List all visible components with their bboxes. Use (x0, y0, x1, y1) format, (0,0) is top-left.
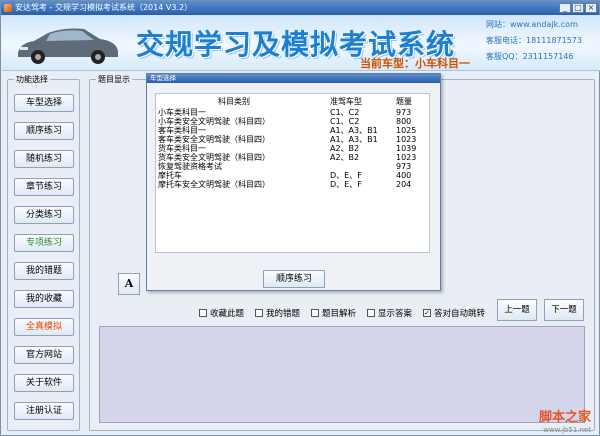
close-button[interactable]: × (585, 3, 597, 13)
table-row[interactable]: 摩托车安全文明驾驶（科目四） D、E、F 204 (156, 181, 429, 189)
row-count: 1023 (396, 153, 417, 162)
table-row[interactable]: 客车类安全文明驾驶（科目四） A1、A3、B1 1023 (156, 136, 429, 144)
row-category: 货车类科目一 (158, 144, 206, 153)
row-count: 400 (396, 171, 412, 180)
table-row[interactable]: 小车类科目一 C1、C2 973 (156, 109, 429, 117)
website-link[interactable]: 网站：www.andajk.com (486, 19, 578, 30)
show-answer-checkbox[interactable]: 显示答案 (367, 307, 412, 319)
special-practice-button[interactable]: 专项练习 (14, 234, 74, 252)
table-row[interactable]: 客车类科目一 A1、A3、B1 1025 (156, 127, 429, 135)
checkbox-box[interactable] (255, 309, 263, 317)
sequential-practice-button[interactable]: 顺序练习 (14, 122, 74, 140)
car-image (18, 28, 118, 64)
about-button[interactable]: 关于软件 (14, 374, 74, 392)
checkbox-label: 显示答案 (378, 309, 413, 319)
row-category: 恢复驾驶资格考试 (158, 162, 222, 171)
row-count: 1039 (396, 144, 417, 153)
row-count: 204 (396, 180, 412, 189)
prev-question-button[interactable]: 上一题 (497, 299, 537, 321)
title-bar: 安达驾考 - 交规学习模拟考试系统（2014 V3.2） _ □ × (1, 1, 599, 15)
favorite-checkbox[interactable]: 收藏此题 (199, 307, 244, 319)
row-license: C1、C2 (330, 108, 360, 117)
table-row[interactable]: 货车类安全文明驾驶（科目四） A2、B2 1023 (156, 154, 429, 162)
minimize-button[interactable]: _ (559, 3, 571, 13)
my-favorites-button[interactable]: 我的收藏 (14, 290, 74, 308)
row-category: 客车类科目一 (158, 126, 206, 135)
checkbox-label: 收藏此题 (210, 309, 245, 319)
row-category: 摩托车 (158, 171, 182, 180)
maximize-button[interactable]: □ (572, 3, 584, 13)
next-question-button[interactable]: 下一题 (544, 299, 584, 321)
table-row[interactable]: 小车类安全文明驾驶（科目四） C1、C2 800 (156, 118, 429, 126)
mock-exam-button[interactable]: 全真模拟 (14, 318, 74, 336)
row-license: D、E、F (330, 171, 362, 180)
checkbox-label: 我的错题 (266, 309, 301, 319)
auto-jump-checkbox[interactable]: ✓ 答对自动跳转 (423, 307, 485, 319)
watermark-logo: 脚本之家 (538, 410, 591, 425)
my-mistakes-button[interactable]: 我的错题 (14, 262, 74, 280)
row-license: A1、A3、B1 (330, 135, 378, 144)
row-category: 客车类安全文明驾驶（科目四） (158, 135, 270, 144)
row-license: D、E、F (330, 180, 362, 189)
row-category: 摩托车安全文明驾驶（科目四） (158, 180, 270, 189)
chapter-practice-button[interactable]: 章节练习 (14, 178, 74, 196)
row-license: A1、A3、B1 (330, 126, 378, 135)
answer-area (99, 326, 585, 423)
current-car-type: 当前车型：小车科目一 (360, 57, 470, 70)
checkbox-box[interactable] (367, 309, 375, 317)
app-window: 安达驾考 - 交规学习模拟考试系统（2014 V3.2） _ □ × 交规学习及… (0, 0, 600, 436)
app-icon (4, 4, 12, 12)
row-category: 小车类安全文明驾驶（科目四） (158, 117, 270, 126)
checkbox-box[interactable] (199, 309, 207, 317)
car-type-dialog: 车型选择 科目类别 准驾车型 题量 小车类科目一 C1、C2 973 小车类安全… (146, 73, 441, 291)
row-count: 800 (396, 117, 412, 126)
table-row[interactable]: 货车类科目一 A2、B2 1039 (156, 145, 429, 153)
explanation-checkbox[interactable]: 题目解析 (311, 307, 356, 319)
sequential-practice-dialog-button[interactable]: 顺序练习 (263, 270, 325, 288)
checkbox-box-checked[interactable]: ✓ (423, 309, 431, 317)
column-header: 题量 (396, 97, 412, 106)
font-size-button[interactable]: A (118, 273, 140, 295)
checkbox-box[interactable] (311, 309, 319, 317)
checkbox-label: 题目解析 (322, 309, 357, 319)
function-legend: 功能选择 (14, 74, 50, 85)
category-practice-button[interactable]: 分类练习 (14, 206, 74, 224)
checkbox-label: 答对自动跳转 (434, 309, 486, 319)
row-license: A2、B2 (330, 144, 360, 153)
watermark-url: www.jb51.net (543, 426, 591, 434)
table-row[interactable]: 摩托车 D、E、F 400 (156, 172, 429, 180)
row-license: C1、C2 (330, 117, 360, 126)
column-header: 准驾车型 (330, 97, 362, 106)
window-title: 安达驾考 - 交规学习模拟考试系统（2014 V3.2） (15, 3, 193, 12)
random-practice-button[interactable]: 随机练习 (14, 150, 74, 168)
row-count: 973 (396, 162, 412, 171)
official-site-button[interactable]: 官方网站 (14, 346, 74, 364)
dialog-title: 车型选择 (147, 74, 440, 83)
service-phone: 客服电话：18111871573 (486, 36, 582, 45)
header-banner: 交规学习及模拟考试系统 当前车型：小车科目一 网站：www.andajk.com… (2, 15, 600, 71)
row-count: 1025 (396, 126, 417, 135)
row-category: 小车类科目一 (158, 108, 206, 117)
service-qq: 客服QQ：2311157146 (486, 52, 574, 61)
row-category: 货车类安全文明驾驶（科目四） (158, 153, 270, 162)
register-button[interactable]: 注册认证 (14, 402, 74, 420)
question-legend: 题目显示 (96, 74, 132, 85)
row-license: A2、B2 (330, 153, 360, 162)
row-count: 973 (396, 108, 412, 117)
column-header: 科目类别 (218, 97, 250, 106)
car-type-table: 科目类别 准驾车型 题量 小车类科目一 C1、C2 973 小车类安全文明驾驶（… (155, 93, 430, 253)
car-type-button[interactable]: 车型选择 (14, 94, 74, 112)
row-count: 1023 (396, 135, 417, 144)
mistakes-checkbox[interactable]: 我的错题 (255, 307, 300, 319)
table-row[interactable]: 恢复驾驶资格考试 973 (156, 163, 429, 171)
